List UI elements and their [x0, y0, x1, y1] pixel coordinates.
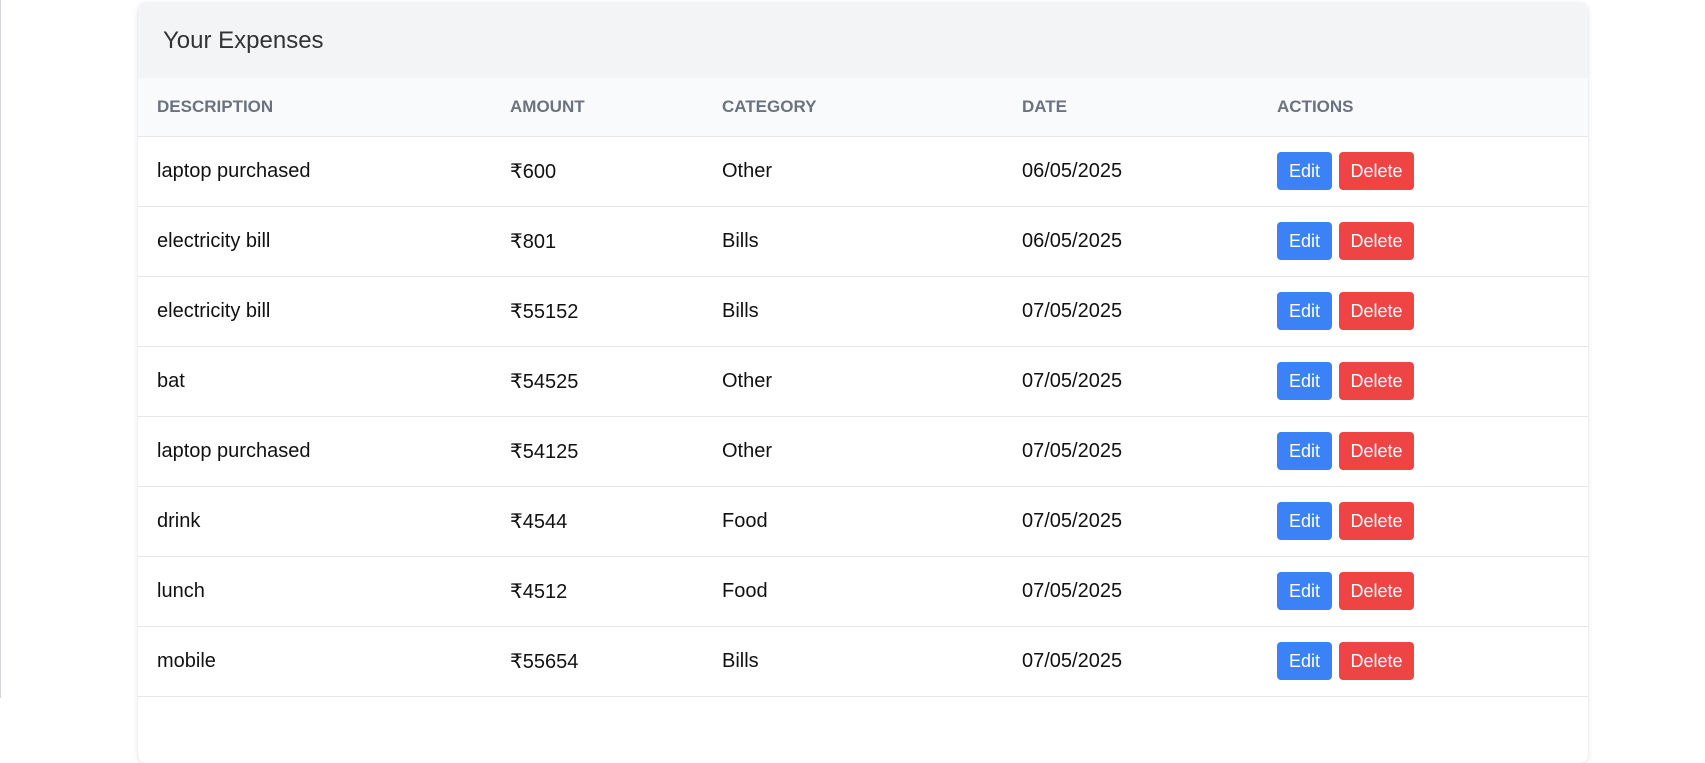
cell-amount: ₹54125	[491, 416, 703, 487]
card-header: Your Expenses	[138, 3, 1588, 78]
expenses-card: Your Expenses DESCRIPTION AMOUNT CATEGOR…	[138, 3, 1588, 763]
header-actions: ACTIONS	[1258, 78, 1588, 137]
table-row: drink ₹4544 Food 07/05/2025 Edit Delete	[138, 486, 1588, 557]
cell-actions: Edit Delete	[1258, 626, 1588, 697]
cell-description: drink	[138, 486, 491, 557]
table-header-row: DESCRIPTION AMOUNT CATEGORY DATE ACTIONS	[138, 78, 1588, 137]
cell-amount: ₹4544	[491, 486, 703, 557]
table-row: laptop purchased ₹600 Other 06/05/2025 E…	[138, 136, 1588, 207]
delete-button[interactable]: Delete	[1339, 572, 1414, 610]
cell-category: Food	[703, 486, 1003, 557]
delete-button[interactable]: Delete	[1339, 152, 1414, 190]
table-row: bat ₹54525 Other 07/05/2025 Edit Delete	[138, 346, 1588, 417]
cell-category: Bills	[703, 206, 1003, 277]
cell-date: 07/05/2025	[1003, 346, 1258, 417]
cell-category: Other	[703, 346, 1003, 417]
cell-amount: ₹54525	[491, 346, 703, 417]
cell-date: 07/05/2025	[1003, 416, 1258, 487]
cell-date: 07/05/2025	[1003, 486, 1258, 557]
table-row: electricity bill ₹55152 Bills 07/05/2025…	[138, 276, 1588, 347]
table-row: lunch ₹4512 Food 07/05/2025 Edit Delete	[138, 556, 1588, 627]
cell-description: bat	[138, 346, 491, 417]
table-body: laptop purchased ₹600 Other 06/05/2025 E…	[138, 136, 1588, 697]
cell-description: laptop purchased	[138, 416, 491, 487]
cell-amount: ₹4512	[491, 556, 703, 627]
table-head: DESCRIPTION AMOUNT CATEGORY DATE ACTIONS	[138, 78, 1588, 137]
cell-description: mobile	[138, 626, 491, 697]
table-row: mobile ₹55654 Bills 07/05/2025 Edit Delet…	[138, 626, 1588, 697]
cell-amount: ₹55152	[491, 276, 703, 347]
edit-button[interactable]: Edit	[1277, 572, 1332, 610]
cell-actions: Edit Delete	[1258, 206, 1588, 277]
cell-amount: ₹801	[491, 206, 703, 277]
cell-category: Food	[703, 556, 1003, 627]
delete-button[interactable]: Delete	[1339, 292, 1414, 330]
delete-button[interactable]: Delete	[1339, 642, 1414, 680]
table-row: laptop purchased ₹54125 Other 07/05/2025…	[138, 416, 1588, 487]
header-description: DESCRIPTION	[138, 78, 491, 137]
cell-actions: Edit Delete	[1258, 136, 1588, 207]
cell-actions: Edit Delete	[1258, 346, 1588, 417]
delete-button[interactable]: Delete	[1339, 362, 1414, 400]
header-category: CATEGORY	[703, 78, 1003, 137]
cell-actions: Edit Delete	[1258, 416, 1588, 487]
table-row: electricity bill ₹801 Bills 06/05/2025 E…	[138, 206, 1588, 277]
delete-button[interactable]: Delete	[1339, 432, 1414, 470]
header-date: DATE	[1003, 78, 1258, 137]
delete-button[interactable]: Delete	[1339, 222, 1414, 260]
header-amount: AMOUNT	[491, 78, 703, 137]
edit-button[interactable]: Edit	[1277, 642, 1332, 680]
cell-date: 06/05/2025	[1003, 206, 1258, 277]
cell-category: Bills	[703, 276, 1003, 347]
cell-date: 07/05/2025	[1003, 556, 1258, 627]
cell-description: laptop purchased	[138, 136, 491, 207]
delete-button[interactable]: Delete	[1339, 502, 1414, 540]
cell-description: lunch	[138, 556, 491, 627]
cell-category: Bills	[703, 626, 1003, 697]
edit-button[interactable]: Edit	[1277, 152, 1332, 190]
edit-button[interactable]: Edit	[1277, 502, 1332, 540]
cell-description: electricity bill	[138, 206, 491, 277]
cell-actions: Edit Delete	[1258, 556, 1588, 627]
cell-date: 06/05/2025	[1003, 136, 1258, 207]
edit-button[interactable]: Edit	[1277, 222, 1332, 260]
cell-description: electricity bill	[138, 276, 491, 347]
edit-button[interactable]: Edit	[1277, 432, 1332, 470]
edit-button[interactable]: Edit	[1277, 362, 1332, 400]
card-title: Your Expenses	[163, 26, 324, 54]
cell-amount: ₹55654	[491, 626, 703, 697]
cell-amount: ₹600	[491, 136, 703, 207]
cell-actions: Edit Delete	[1258, 276, 1588, 347]
cell-category: Other	[703, 136, 1003, 207]
edit-button[interactable]: Edit	[1277, 292, 1332, 330]
cell-date: 07/05/2025	[1003, 626, 1258, 697]
expenses-table: DESCRIPTION AMOUNT CATEGORY DATE ACTIONS…	[138, 78, 1588, 697]
cell-category: Other	[703, 416, 1003, 487]
cell-actions: Edit Delete	[1258, 486, 1588, 557]
cell-date: 07/05/2025	[1003, 276, 1258, 347]
